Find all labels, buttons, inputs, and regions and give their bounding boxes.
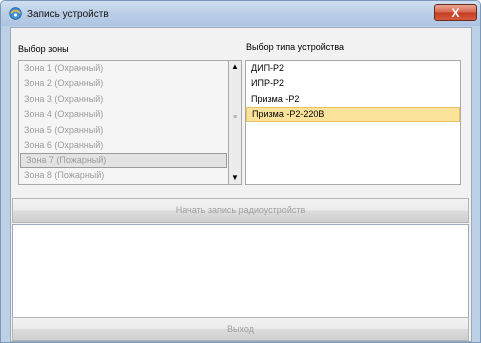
list-item[interactable]: Зона 4 (Охранный) — [19, 107, 228, 122]
window-title: Запись устройств — [27, 9, 109, 20]
zone-list[interactable]: Зона 1 (Охранный) Зона 2 (Охранный) Зона… — [18, 60, 229, 185]
list-item-selected[interactable]: Зона 7 (Пожарный) — [20, 153, 227, 169]
app-icon — [9, 7, 22, 20]
list-item[interactable]: Призма -Р2 — [246, 92, 460, 107]
exit-button[interactable]: Выход — [12, 317, 469, 341]
list-item[interactable]: Зона 8 (Пожарный) — [19, 168, 228, 183]
list-item[interactable]: Зона 5 (Охранный) — [19, 123, 228, 138]
scroll-down-icon[interactable]: ▼ — [229, 172, 241, 184]
device-type-list[interactable]: ДИП-Р2 ИПР-Р2 Призма -Р2 Призма -Р2-220В — [245, 60, 461, 185]
list-item[interactable]: ИПР-Р2 — [246, 76, 460, 91]
log-output-area — [12, 224, 469, 318]
title-bar[interactable]: Запись устройств X — [1, 1, 480, 26]
zone-select-label: Выбор зоны — [18, 44, 69, 54]
scroll-up-icon[interactable]: ▲ — [229, 61, 241, 73]
zone-list-scrollbar[interactable]: ▲ ≡ ▼ — [229, 60, 242, 185]
list-item[interactable]: ДИП-Р2 — [246, 61, 460, 76]
list-item[interactable]: Зона 6 (Охранный) — [19, 138, 228, 153]
list-item-selected[interactable]: Призма -Р2-220В — [246, 107, 460, 123]
device-type-label: Выбор типа устройства — [246, 42, 345, 52]
close-button[interactable]: X — [434, 4, 477, 21]
scroll-grip-icon[interactable]: ≡ — [229, 114, 241, 122]
start-record-button[interactable]: Начать запись радиоустройств — [12, 198, 469, 223]
list-item[interactable]: Зона 1 (Охранный) — [19, 61, 228, 76]
list-item[interactable]: Зона 2 (Охранный) — [19, 76, 228, 91]
list-item[interactable]: Зона 3 (Охранный) — [19, 92, 228, 107]
